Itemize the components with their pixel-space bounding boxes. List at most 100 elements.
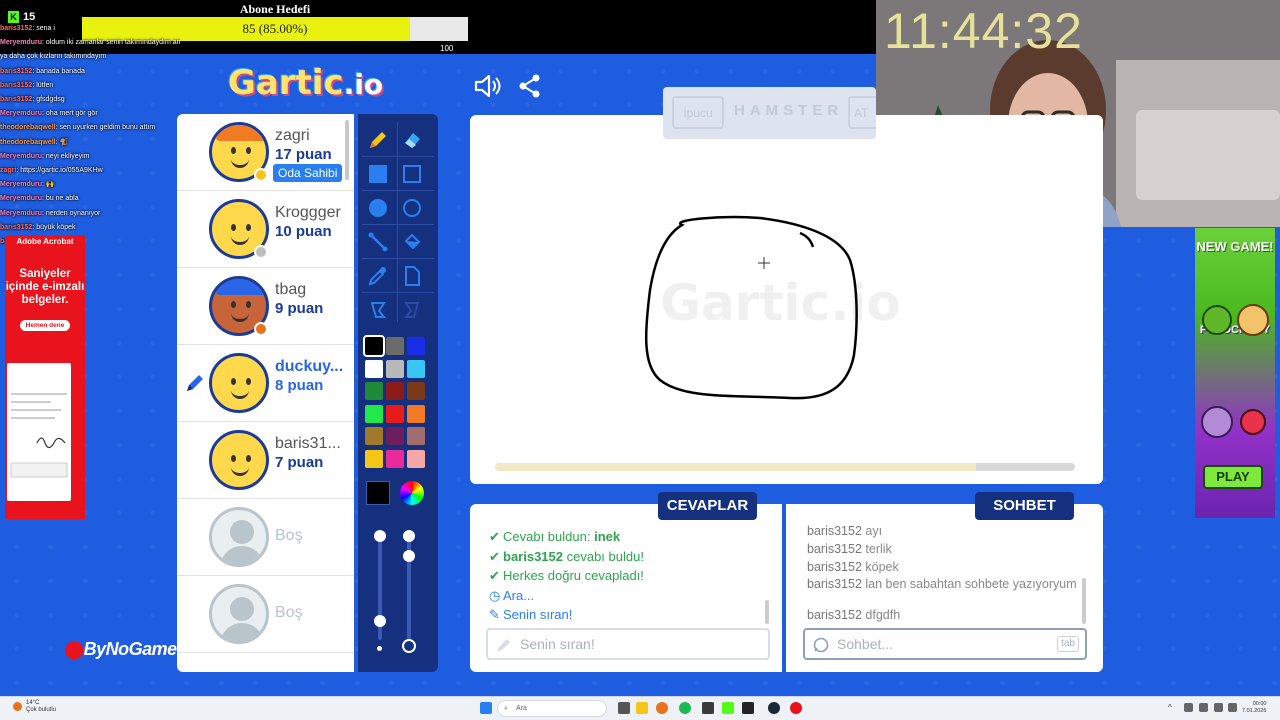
color-picker-wheel[interactable] xyxy=(400,481,424,505)
color-swatch[interactable] xyxy=(407,404,425,423)
color-swatch[interactable] xyxy=(386,382,404,400)
mic-icon[interactable] xyxy=(1199,703,1208,712)
brush-size-slider-top-knob[interactable] xyxy=(374,530,386,542)
player-points: 7 puan xyxy=(275,454,324,471)
chat-overlay-line: baris3152: büyük köpek xyxy=(0,221,180,235)
chat-message-text: dfgdfh xyxy=(865,608,901,622)
hint-button[interactable]: İpucu xyxy=(672,96,724,129)
color-swatch[interactable] xyxy=(365,359,383,378)
eyedropper-tool-icon[interactable] xyxy=(363,261,393,291)
answer-input[interactable]: Senin sıran! xyxy=(486,628,770,660)
start-button-icon[interactable] xyxy=(480,702,492,714)
obs-icon[interactable] xyxy=(742,702,754,714)
ad-play-button[interactable]: PLAY xyxy=(1203,465,1263,489)
opacity-slider-knob[interactable] xyxy=(403,550,415,562)
color-swatch[interactable] xyxy=(386,404,404,423)
empty-player-slot[interactable]: Boş xyxy=(177,499,354,576)
chat-overlay-line: theodorebaqwell: 🐒 xyxy=(0,136,180,150)
current-color-swatch[interactable] xyxy=(366,481,390,505)
color-swatch[interactable] xyxy=(386,427,404,445)
tab-chat[interactable]: SOHBET xyxy=(975,492,1074,520)
undo-tool-icon[interactable] xyxy=(363,295,393,325)
player-row[interactable]: zagri 17 puan Oda Sahibi xyxy=(177,114,354,191)
chat-overlay-user: Meryemduru xyxy=(0,195,43,203)
fill-bucket-tool-icon[interactable] xyxy=(397,227,427,257)
weather-widget[interactable]: 14°C Çok bulutlu xyxy=(26,700,56,714)
line-tool-icon[interactable] xyxy=(363,227,393,257)
drawing-canvas[interactable]: Gartic.io xyxy=(470,115,1103,484)
ad-banner-left[interactable]: Adobe Acrobat Saniyeler içinde e-imzalı … xyxy=(5,235,85,519)
ad-characters-image-2 xyxy=(1201,406,1266,438)
canvas-watermark: Gartic.io xyxy=(660,274,901,332)
taskbar-clock[interactable]: 00:00 7.01.2026 xyxy=(1242,701,1266,715)
filled-rectangle-tool-icon[interactable] xyxy=(363,159,393,189)
color-swatch[interactable] xyxy=(386,359,404,378)
color-swatch[interactable] xyxy=(407,449,425,468)
chat-overlay-line: zagri: https://gartic.io/055A9KHw xyxy=(0,164,180,178)
answers-scrollbar[interactable] xyxy=(765,600,769,624)
chat-message: baris3152 terlik xyxy=(807,543,1077,556)
share-button[interactable] xyxy=(518,74,542,98)
player-row[interactable]: Kroggger 10 puan xyxy=(177,191,354,268)
circle-tool-icon[interactable] xyxy=(397,193,427,223)
redo-tool-icon[interactable] xyxy=(397,295,427,325)
opacity-slider-top-knob[interactable] xyxy=(403,530,415,542)
avatar xyxy=(209,584,269,644)
round-timer-fill xyxy=(495,463,977,471)
kick-app-icon[interactable] xyxy=(722,702,734,714)
color-swatch[interactable] xyxy=(386,449,404,468)
chat-overlay-user: Meryemduru xyxy=(0,181,43,189)
file-explorer-icon[interactable] xyxy=(636,702,648,714)
filled-circle-tool-icon[interactable] xyxy=(363,193,393,223)
chat-input[interactable]: Sohbet... tab xyxy=(803,628,1087,660)
chat-overlay-text: : https://gartic.io/055A9KHw xyxy=(16,167,103,175)
color-swatch[interactable] xyxy=(407,382,425,400)
player-name: duckuy... xyxy=(275,358,344,375)
color-swatch[interactable] xyxy=(407,427,425,445)
task-view-icon[interactable] xyxy=(618,702,630,714)
steam-icon[interactable] xyxy=(768,702,780,714)
player-row[interactable]: tbag 9 puan xyxy=(177,268,354,345)
player-name: baris31... xyxy=(275,435,341,452)
ad-cta-button[interactable]: Hemen dene xyxy=(19,320,71,331)
rectangle-tool-icon[interactable] xyxy=(397,159,427,189)
gartic-logo[interactable]: Gartic.io xyxy=(228,63,383,103)
app-icon[interactable] xyxy=(702,702,714,714)
chat-overlay-user: theodorebaqwell xyxy=(0,124,56,132)
ad-banner-right[interactable]: NEW GAME! FUNOCRACY PLAY xyxy=(1195,228,1275,518)
empty-player-slot[interactable]: Boş xyxy=(177,576,354,653)
tab-answers[interactable]: CEVAPLAR xyxy=(658,492,757,520)
chat-overlay-user: baris3152 xyxy=(0,223,33,231)
color-swatch[interactable] xyxy=(363,335,385,357)
network-icon[interactable] xyxy=(1184,703,1193,712)
players-scrollbar[interactable] xyxy=(345,120,349,180)
chat-message-text: köpek xyxy=(865,560,899,574)
recording-app-icon[interactable] xyxy=(790,702,802,714)
taskbar-search[interactable]: ⌕ Ara xyxy=(497,700,607,717)
answer-text: Ara... xyxy=(503,587,535,603)
sound-toggle-button[interactable] xyxy=(474,74,502,98)
chat-scrollbar[interactable] xyxy=(1082,578,1086,624)
color-swatch[interactable] xyxy=(365,427,383,445)
brush-size-slider-knob[interactable] xyxy=(374,615,386,627)
chat-message-user: baris3152 xyxy=(807,608,862,622)
hint-extra-button[interactable]: AT xyxy=(848,96,876,129)
eraser-tool-icon[interactable] xyxy=(397,125,427,155)
chat-overlay-text: : 🐒 xyxy=(55,138,69,146)
chat-overlay-line: Meryemduru: neyi ekliyeyim xyxy=(0,150,180,164)
pencil-tool-icon[interactable] xyxy=(363,125,393,155)
color-swatch[interactable] xyxy=(365,382,383,400)
volume-icon[interactable] xyxy=(1214,703,1223,712)
tray-chevron-icon[interactable]: ^ xyxy=(1168,703,1172,712)
player-row[interactable]: baris31... 7 puan xyxy=(177,422,354,499)
color-swatch[interactable] xyxy=(365,449,383,468)
firefox-icon[interactable] xyxy=(656,702,668,714)
color-swatch[interactable] xyxy=(407,337,425,355)
color-swatch[interactable] xyxy=(407,359,425,378)
new-page-tool-icon[interactable] xyxy=(397,261,427,291)
spotify-icon[interactable] xyxy=(679,702,691,714)
chat-message: baris3152 ayı xyxy=(807,525,1077,538)
color-swatch[interactable] xyxy=(386,337,404,355)
color-swatch[interactable] xyxy=(365,404,383,423)
wifi-icon[interactable] xyxy=(1228,703,1237,712)
